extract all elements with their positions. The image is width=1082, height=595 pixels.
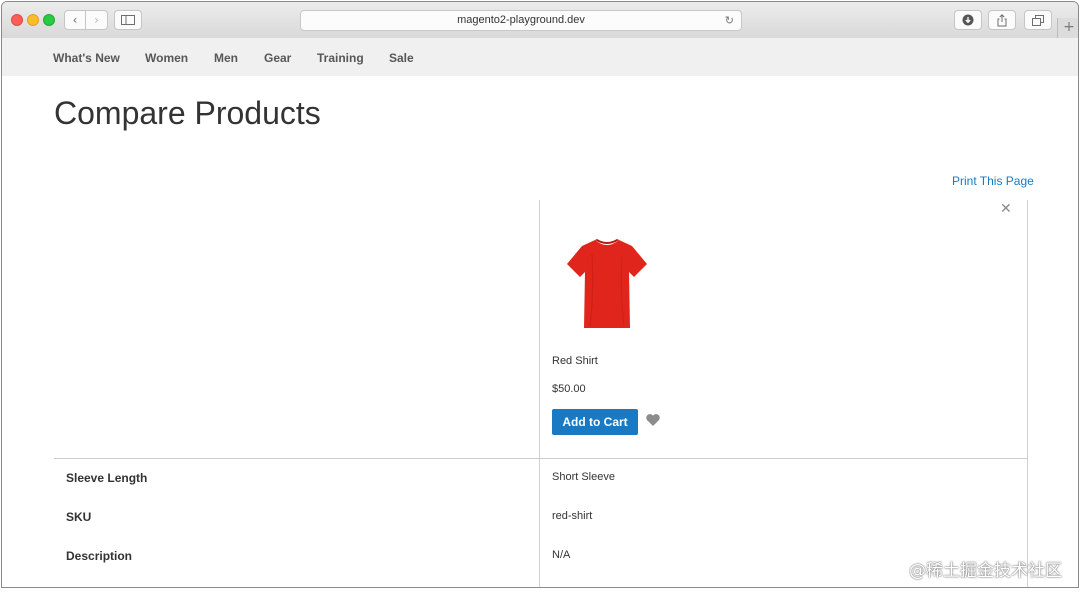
nav-item-men[interactable]: Men <box>214 51 238 65</box>
share-icon <box>997 13 1007 26</box>
sidebar-toggle-button[interactable] <box>114 10 142 30</box>
nav-item-training[interactable]: Training <box>317 51 364 65</box>
add-to-cart-button[interactable]: Add to Cart <box>552 409 638 435</box>
page-title: Compare Products <box>54 95 321 131</box>
print-page-link[interactable]: Print This Page <box>952 174 1034 188</box>
attributes-divider <box>54 458 1028 459</box>
address-bar[interactable]: magento2-playground.dev ↻ <box>300 10 742 31</box>
wishlist-heart-icon[interactable] <box>645 412 661 428</box>
product-image[interactable] <box>562 234 652 332</box>
chevron-right-icon: › <box>94 13 99 27</box>
browser-window: ‹ › magento2-playground.dev ↻ + What's N… <box>1 1 1079 588</box>
browser-toolbar: ‹ › magento2-playground.dev ↻ + <box>2 2 1078 39</box>
downloads-button[interactable] <box>954 10 982 30</box>
back-button[interactable]: ‹ <box>64 10 86 30</box>
attribute-value-description: N/A <box>552 549 571 561</box>
attribute-value-sku: red-shirt <box>552 510 593 522</box>
reload-icon[interactable]: ↻ <box>725 11 734 30</box>
nav-item-gear[interactable]: Gear <box>264 51 291 65</box>
chevron-left-icon: ‹ <box>72 13 78 27</box>
main-nav: What's New Women Men Gear Training Sale <box>2 38 1078 76</box>
download-icon <box>962 14 974 26</box>
url-text: magento2-playground.dev <box>457 14 585 26</box>
column-divider <box>539 200 540 587</box>
forward-button[interactable]: › <box>86 10 108 30</box>
remove-product-icon[interactable]: ✕ <box>1000 201 1012 217</box>
watermark-text: @稀土掘金技术社区 <box>909 561 1062 581</box>
minimize-window-button[interactable] <box>27 14 39 26</box>
attribute-label-description: Description <box>66 549 133 563</box>
tabs-icon <box>1032 14 1044 26</box>
column-border <box>1027 200 1028 587</box>
show-tabs-button[interactable] <box>1024 10 1052 30</box>
nav-item-sale[interactable]: Sale <box>389 51 414 65</box>
nav-item-whats-new[interactable]: What's New <box>53 51 120 65</box>
new-tab-button[interactable]: + <box>1057 18 1078 38</box>
attribute-label-sku: SKU <box>66 510 92 524</box>
zoom-window-button[interactable] <box>43 14 55 26</box>
share-button[interactable] <box>988 10 1016 30</box>
close-window-button[interactable] <box>11 14 23 26</box>
nav-item-women[interactable]: Women <box>145 51 188 65</box>
attribute-value-sleeve-length: Short Sleeve <box>552 471 615 483</box>
plus-icon: + <box>1063 19 1075 35</box>
sidebar-icon <box>121 15 135 25</box>
attribute-label-sleeve-length: Sleeve Length <box>66 471 148 485</box>
product-name[interactable]: Red Shirt <box>552 355 598 367</box>
product-price: $50.00 <box>552 383 586 395</box>
